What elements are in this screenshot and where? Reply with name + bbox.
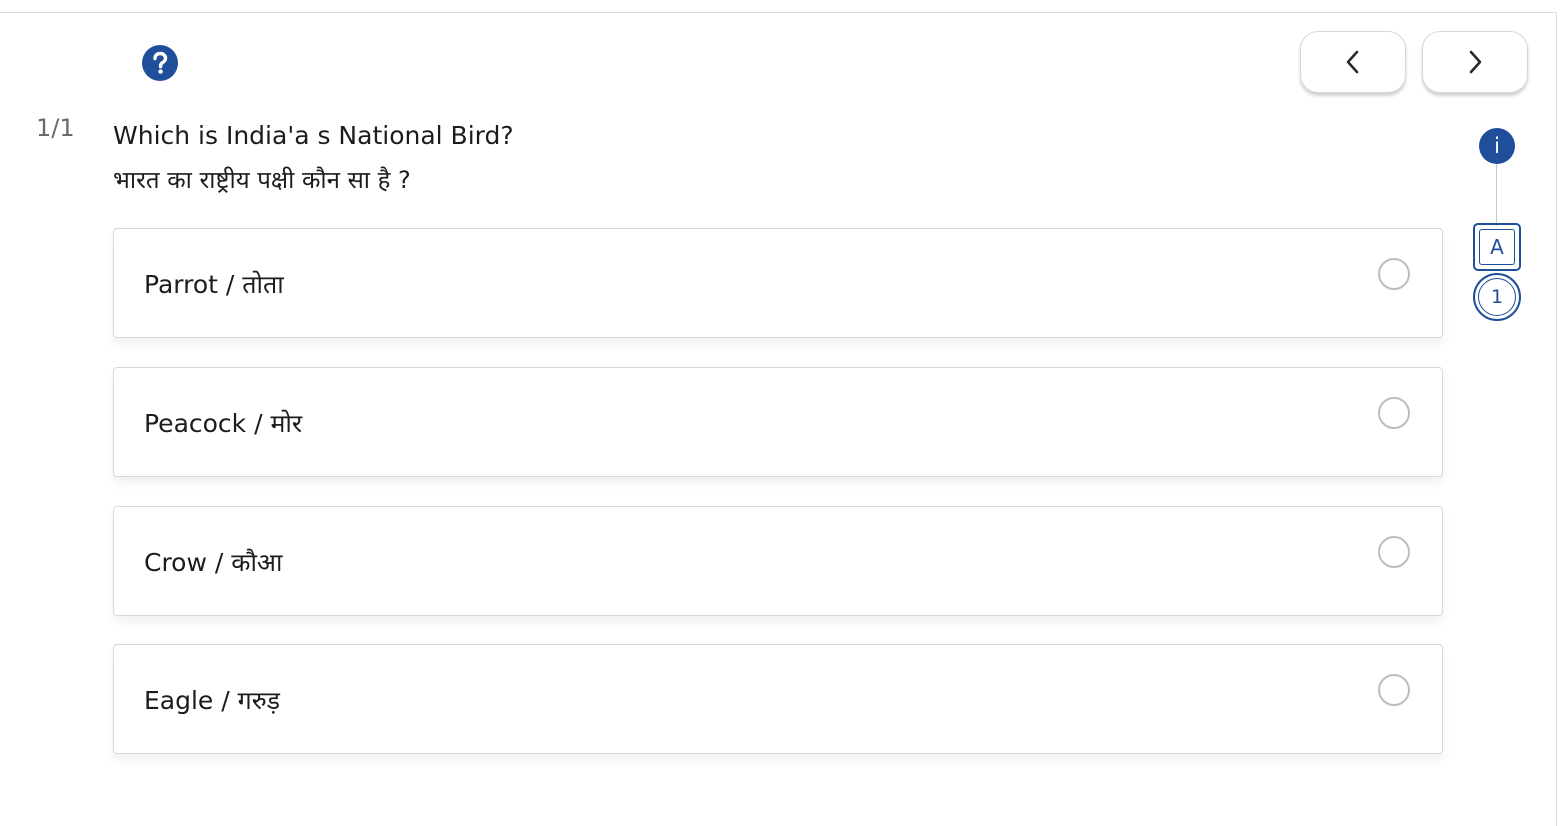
radio-button[interactable] [1378, 397, 1410, 429]
question-number-label: 1 [1478, 278, 1516, 316]
option-eagle[interactable]: Eagle / गरुड़ [113, 644, 1443, 754]
radio-button[interactable] [1378, 536, 1410, 568]
info-icon[interactable]: i [1479, 128, 1515, 164]
chevron-left-icon [1346, 50, 1359, 74]
next-button[interactable] [1422, 31, 1528, 93]
answer-marker[interactable]: A [1473, 223, 1521, 271]
question-mark-glyph [153, 51, 168, 74]
question-text-english: Which is India'a s National Bird? [113, 121, 514, 150]
option-parrot[interactable]: Parrot / तोता [113, 228, 1443, 338]
previous-button[interactable] [1300, 31, 1406, 93]
radio-button[interactable] [1378, 258, 1410, 290]
radio-button[interactable] [1378, 674, 1410, 706]
sidebar-connector-line [1496, 160, 1497, 226]
answer-marker-label: A [1479, 229, 1515, 265]
option-crow[interactable]: Crow / कौआ [113, 506, 1443, 616]
help-icon[interactable] [142, 45, 178, 81]
chevron-right-icon [1469, 50, 1482, 74]
option-peacock[interactable]: Peacock / मोर [113, 367, 1443, 477]
option-label: Eagle / गरुड़ [144, 686, 281, 715]
option-label: Parrot / तोता [144, 270, 284, 299]
question-number-marker[interactable]: 1 [1473, 273, 1521, 321]
option-label: Peacock / मोर [144, 409, 303, 438]
question-text-hindi: भारत का राष्ट्रीय पक्षी कौन सा है ? [113, 166, 411, 194]
question-counter: 1/1 [36, 114, 75, 142]
option-label: Crow / कौआ [144, 548, 283, 577]
